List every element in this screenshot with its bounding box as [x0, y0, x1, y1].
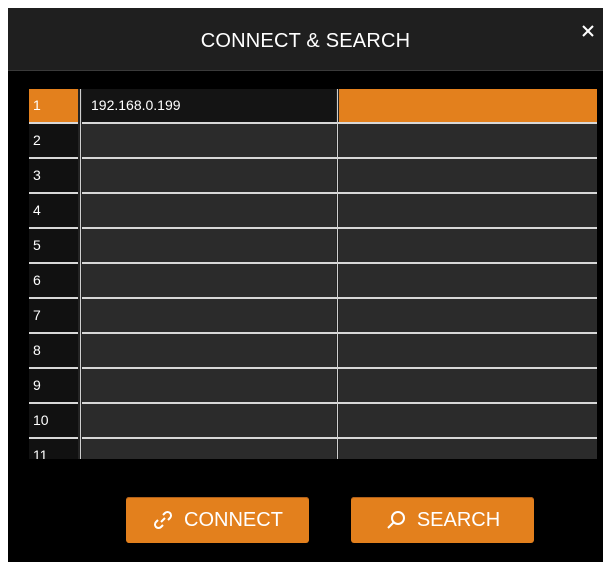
ip-address-cell[interactable] — [82, 299, 336, 332]
ip-address-cell[interactable] — [82, 334, 336, 367]
status-cell[interactable] — [339, 194, 597, 227]
status-cell[interactable] — [339, 264, 597, 297]
table-row[interactable]: 6 — [29, 264, 597, 297]
title-bar: CONNECT & SEARCH — [8, 8, 603, 71]
table-row[interactable]: 11 — [29, 439, 597, 459]
row-number: 5 — [29, 229, 78, 262]
ip-address-cell[interactable] — [82, 124, 336, 157]
row-number: 10 — [29, 404, 78, 437]
row-number: 9 — [29, 369, 78, 402]
dialog-title: CONNECT & SEARCH — [200, 30, 411, 52]
ip-address-cell[interactable] — [82, 264, 336, 297]
search-icon — [385, 509, 407, 531]
status-cell[interactable] — [339, 369, 597, 402]
search-button-label: SEARCH — [416, 508, 501, 531]
table-row[interactable]: 10 — [29, 404, 597, 437]
column-divider — [337, 89, 338, 459]
status-cell[interactable] — [339, 334, 597, 367]
link-icon — [152, 509, 174, 531]
column-divider — [80, 89, 81, 459]
status-cell[interactable] — [339, 89, 597, 122]
ip-address-cell[interactable] — [82, 159, 336, 192]
row-number: 4 — [29, 194, 78, 227]
table-row[interactable]: 4 — [29, 194, 597, 227]
table-row[interactable]: 9 — [29, 369, 597, 402]
row-number: 6 — [29, 264, 78, 297]
row-number: 11 — [29, 439, 78, 459]
connect-button-label: CONNECT — [184, 508, 283, 531]
connect-button[interactable]: CONNECT — [126, 497, 309, 543]
ip-address-cell[interactable] — [82, 439, 336, 459]
row-number: 1 — [29, 89, 78, 122]
table-row[interactable]: 3 — [29, 159, 597, 192]
ip-address-cell[interactable]: 192.168.0.199 — [82, 89, 336, 122]
status-cell[interactable] — [339, 124, 597, 157]
row-number: 3 — [29, 159, 78, 192]
table-row[interactable]: 1 192.168.0.199 — [29, 89, 597, 122]
status-cell[interactable] — [339, 159, 597, 192]
row-number: 7 — [29, 299, 78, 332]
status-cell[interactable] — [339, 299, 597, 332]
connect-search-dialog: CONNECT & SEARCH 1 192.168.0.199 2 3 4 5 6 7 8 9 1… — [8, 8, 603, 562]
table-row[interactable]: 5 — [29, 229, 597, 262]
status-cell[interactable] — [339, 439, 597, 459]
ip-address-cell[interactable] — [82, 229, 336, 262]
table-row[interactable]: 7 — [29, 299, 597, 332]
table-row[interactable]: 8 — [29, 334, 597, 367]
table-row[interactable]: 2 — [29, 124, 597, 157]
ip-address-cell[interactable] — [82, 369, 336, 402]
ip-address-cell[interactable] — [82, 194, 336, 227]
status-cell[interactable] — [339, 404, 597, 437]
search-button[interactable]: SEARCH — [351, 497, 534, 543]
status-cell[interactable] — [339, 229, 597, 262]
row-number: 8 — [29, 334, 78, 367]
row-number: 2 — [29, 124, 78, 157]
ip-address-cell[interactable] — [82, 404, 336, 437]
device-table: 1 192.168.0.199 2 3 4 5 6 7 8 9 10 11 — [29, 89, 597, 459]
close-icon[interactable] — [579, 22, 597, 40]
